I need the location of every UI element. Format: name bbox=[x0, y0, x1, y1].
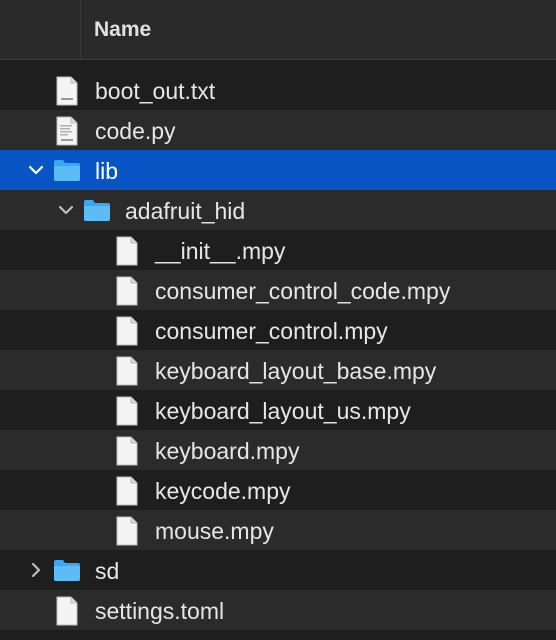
file-row-keyboard-layout-us-mpy[interactable]: keyboard_layout_us.mpy bbox=[0, 390, 556, 430]
document-icon bbox=[116, 316, 138, 346]
folder-icon bbox=[54, 160, 80, 181]
file-row-settings-toml[interactable]: settings.toml bbox=[0, 590, 556, 630]
list-header: Name bbox=[0, 0, 556, 60]
file-row-label: consumer_control.mpy bbox=[155, 318, 388, 344]
document-icon bbox=[56, 596, 78, 626]
file-row-label: keycode.mpy bbox=[155, 478, 291, 504]
file-row-label: consumer_control_code.mpy bbox=[155, 278, 451, 304]
file-row-label: mouse.mpy bbox=[155, 518, 274, 544]
folder-row-sd[interactable]: sd bbox=[0, 550, 556, 590]
document-icon bbox=[116, 236, 138, 266]
file-row-consumer-control-mpy[interactable]: consumer_control.mpy bbox=[0, 310, 556, 350]
folder-row-label: lib bbox=[95, 158, 119, 184]
column-separator bbox=[80, 0, 81, 60]
file-row-keycode-mpy[interactable]: keycode.mpy bbox=[0, 470, 556, 510]
folder-row-lib[interactable]: lib bbox=[0, 150, 556, 190]
file-row-consumer-control-code-mpy[interactable]: consumer_control_code.mpy bbox=[0, 270, 556, 310]
file-row-label: __init__.mpy bbox=[155, 238, 286, 264]
chevron-down-icon[interactable] bbox=[56, 200, 76, 220]
document-icon bbox=[116, 436, 138, 466]
document-icon bbox=[116, 476, 138, 506]
document-icon bbox=[116, 396, 138, 426]
file-row-boot-out-txt[interactable]: boot_out.txt bbox=[0, 70, 556, 110]
document-icon bbox=[116, 356, 138, 386]
folder-row-adafruit-hid[interactable]: adafruit_hid bbox=[0, 190, 556, 230]
text-file-icon bbox=[56, 76, 78, 106]
file-row-label: keyboard_layout_us.mpy bbox=[155, 398, 411, 424]
document-icon bbox=[116, 516, 138, 546]
file-row-label: keyboard.mpy bbox=[155, 438, 300, 464]
file-row-label: settings.toml bbox=[95, 598, 225, 624]
file-row-label: boot_out.txt bbox=[95, 78, 216, 104]
document-icon bbox=[116, 276, 138, 306]
file-row-code-py[interactable]: code.py bbox=[0, 110, 556, 150]
chevron-right-icon[interactable] bbox=[26, 560, 46, 580]
file-row-label: keyboard_layout_base.mpy bbox=[155, 358, 437, 384]
file-list: boot_out.txt code.py lib adafruit_hid __… bbox=[0, 70, 556, 630]
folder-row-label: sd bbox=[95, 558, 120, 584]
file-row-keyboard-mpy[interactable]: keyboard.mpy bbox=[0, 430, 556, 470]
file-row-init-mpy[interactable]: __init__.mpy bbox=[0, 230, 556, 270]
folder-row-label: adafruit_hid bbox=[125, 198, 246, 224]
python-file-icon bbox=[56, 116, 78, 146]
file-row-keyboard-layout-base-mpy[interactable]: keyboard_layout_base.mpy bbox=[0, 350, 556, 390]
folder-icon bbox=[54, 560, 80, 581]
file-row-label: code.py bbox=[95, 118, 176, 144]
name-column-header[interactable]: Name bbox=[94, 18, 151, 42]
chevron-down-icon[interactable] bbox=[26, 160, 46, 180]
file-row-mouse-mpy[interactable]: mouse.mpy bbox=[0, 510, 556, 550]
folder-icon bbox=[84, 200, 110, 221]
